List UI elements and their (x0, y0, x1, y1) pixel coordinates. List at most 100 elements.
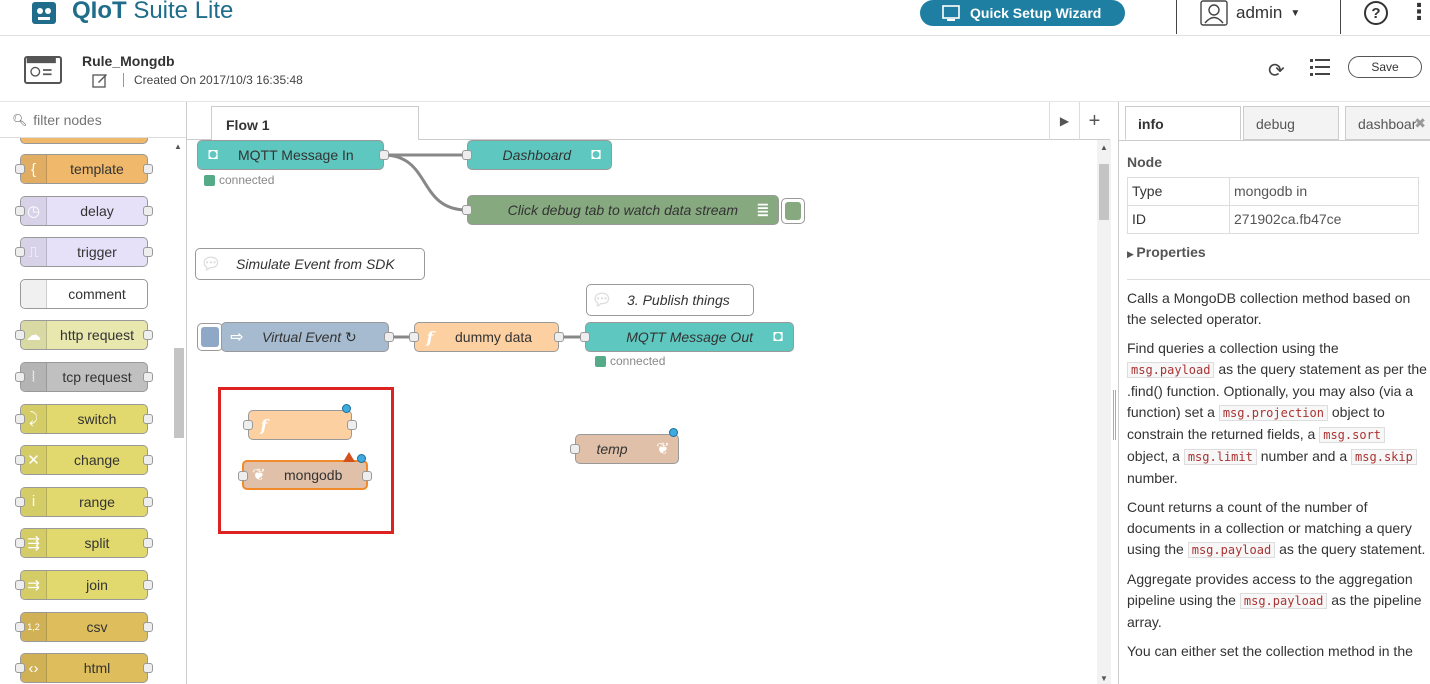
user-avatar-icon (1200, 0, 1228, 26)
quick-setup-wizard-button[interactable]: Quick Setup Wizard (920, 0, 1125, 26)
palette-node-range[interactable]: i range (15, 486, 153, 517)
flow-node-temp[interactable]: temp ❦ (570, 434, 679, 464)
input-port (15, 496, 25, 507)
debug-toggle-button[interactable] (781, 198, 805, 224)
palette-scrollbar[interactable]: ▲ (172, 138, 186, 684)
flow-node-dashboard[interactable]: Dashboard ◘ (462, 140, 612, 170)
mqtt-icon: ◘ (208, 146, 218, 163)
list-icon[interactable] (1310, 58, 1330, 76)
input-port (15, 330, 25, 341)
output-port[interactable] (379, 150, 389, 160)
flow-node-comment[interactable]: 💬︎ Simulate Event from SDK (195, 248, 425, 280)
info-content: Node Type mongodb in ID 271902ca.fb47ce ▶ … (1127, 152, 1430, 662)
sidebar-resize-handle[interactable] (1113, 390, 1116, 440)
palette-node-switch[interactable]: ⤸ switch (15, 403, 153, 434)
input-port[interactable] (580, 332, 590, 342)
help-paragraph: Find queries a collection using the msg.… (1127, 340, 1427, 486)
palette-node-label: tcp request (62, 369, 132, 385)
user-name: admin (1236, 3, 1283, 22)
tab-info[interactable]: info (1125, 106, 1241, 140)
input-port[interactable] (462, 205, 472, 215)
robot-logo-icon (32, 2, 56, 24)
selection-highlight (218, 387, 394, 534)
flow-node-virtual-event[interactable]: ⇨ Virtual Event ↻ (221, 322, 394, 352)
scroll-down-icon[interactable]: ▼ (1100, 674, 1108, 683)
filter-nodes-input[interactable] (33, 111, 184, 128)
refresh-icon[interactable]: ⟳ (1268, 58, 1285, 83)
input-port (15, 205, 25, 216)
palette-node-template[interactable]: {template (15, 154, 153, 184)
output-port (143, 330, 153, 341)
tab-scroll-right-icon[interactable]: ▶ (1049, 102, 1079, 140)
flow-node-mqtt-out[interactable]: MQTT Message Out ◘ (580, 322, 794, 352)
node-palette: 🔍︎ ▲ {template ◷delay ⎍trigger comment ☁http… (0, 102, 187, 684)
node-heading: Node (1127, 154, 1162, 170)
palette-node-delay[interactable]: ◷ delay (15, 195, 153, 226)
flow-node-debug[interactable]: Click debug tab to watch data stream ≣ (462, 195, 779, 225)
output-port (143, 580, 153, 590)
input-port (15, 372, 25, 382)
canvas-scrollbar[interactable]: ▲ ▼ (1097, 140, 1111, 684)
flow-node-function[interactable]: f dummy data (409, 322, 564, 352)
palette-node-join[interactable]: ⇉ join (15, 570, 153, 600)
created-on-text: Created On 2017/10/3 16:35:48 (123, 73, 303, 87)
rule-icon (24, 56, 62, 84)
node-status: connected (595, 354, 665, 368)
flow-node-comment[interactable]: 💬︎ 3. Publish things (586, 284, 754, 316)
tab-dashboard[interactable]: dashboar ✖ (1345, 106, 1430, 140)
output-port[interactable] (384, 332, 394, 342)
palette-node-label: template (70, 161, 124, 177)
palette-node-label: range (79, 493, 115, 510)
input-port[interactable] (409, 332, 419, 342)
palette-node-label: csv (86, 618, 108, 635)
palette-node-label: split (84, 535, 110, 552)
palette-node-label: change (74, 452, 120, 469)
palette-node-http-request[interactable]: ☁ http request (15, 320, 153, 351)
save-button[interactable]: Save (1348, 56, 1422, 78)
input-port (15, 538, 25, 549)
search-icon: 🔍︎ (12, 112, 28, 127)
palette-node-html[interactable]: ‹› html (15, 653, 153, 684)
more-menu-icon[interactable]: ⋮ (1408, 1, 1430, 23)
canvas-scroll-thumb[interactable] (1099, 164, 1109, 220)
inject-button[interactable] (197, 323, 223, 351)
edit-icon[interactable] (92, 72, 108, 88)
table-row: Type mongodb in (1127, 177, 1419, 206)
palette-node-comment[interactable]: comment (20, 278, 148, 309)
palette-node-label: html (83, 660, 111, 677)
comment-icon: 💬︎ (200, 256, 222, 273)
palette-node-label: http request (60, 327, 134, 344)
tab-debug[interactable]: debug (1243, 106, 1339, 140)
palette-node-tcp-request[interactable]: ⦚ tcp request (15, 362, 153, 392)
palette-node-trigger[interactable]: ⎍ trigger (15, 237, 153, 268)
palette-node-csv[interactable]: 1,2 csv (15, 611, 153, 642)
close-icon[interactable]: ✖ (1414, 115, 1426, 132)
help-paragraph: Count returns a count of the number of d… (1127, 499, 1426, 558)
input-port (15, 247, 25, 258)
output-port (143, 205, 153, 216)
flow-node-mqtt-in[interactable]: ◘ MQTT Message In (197, 140, 389, 170)
help-paragraph: You can either set the collection method… (1127, 643, 1413, 659)
tab-flow-1[interactable]: Flow 1 (211, 106, 419, 141)
palette-node-label: switch (77, 410, 117, 427)
input-port (15, 580, 25, 590)
input-port[interactable] (462, 150, 472, 160)
palette-node-change[interactable]: ✕ change (15, 445, 153, 476)
node-label: dummy data (455, 329, 533, 345)
output-port[interactable] (554, 332, 564, 342)
palette-node-split[interactable]: ⇶ split (15, 528, 153, 559)
scroll-up-icon[interactable]: ▲ (174, 142, 182, 151)
output-port (143, 496, 153, 507)
user-menu[interactable]: admin ▼ (1200, 0, 1300, 26)
scroll-up-icon[interactable]: ▲ (1100, 143, 1108, 152)
help-icon[interactable]: ? (1364, 1, 1388, 25)
properties-toggle[interactable]: ▶ Properties (1127, 242, 1427, 265)
help-paragraph: Calls a MongoDB collection method based … (1127, 290, 1411, 327)
output-port (143, 247, 153, 258)
node-label: MQTT Message In (238, 147, 354, 163)
node-type-icon (21, 279, 47, 308)
add-flow-button[interactable]: + (1079, 102, 1109, 140)
palette-scroll-thumb[interactable] (174, 348, 184, 438)
input-port[interactable] (570, 444, 580, 454)
top-bar: QIoT Suite Lite Quick Setup Wizard admin… (0, 0, 1430, 36)
